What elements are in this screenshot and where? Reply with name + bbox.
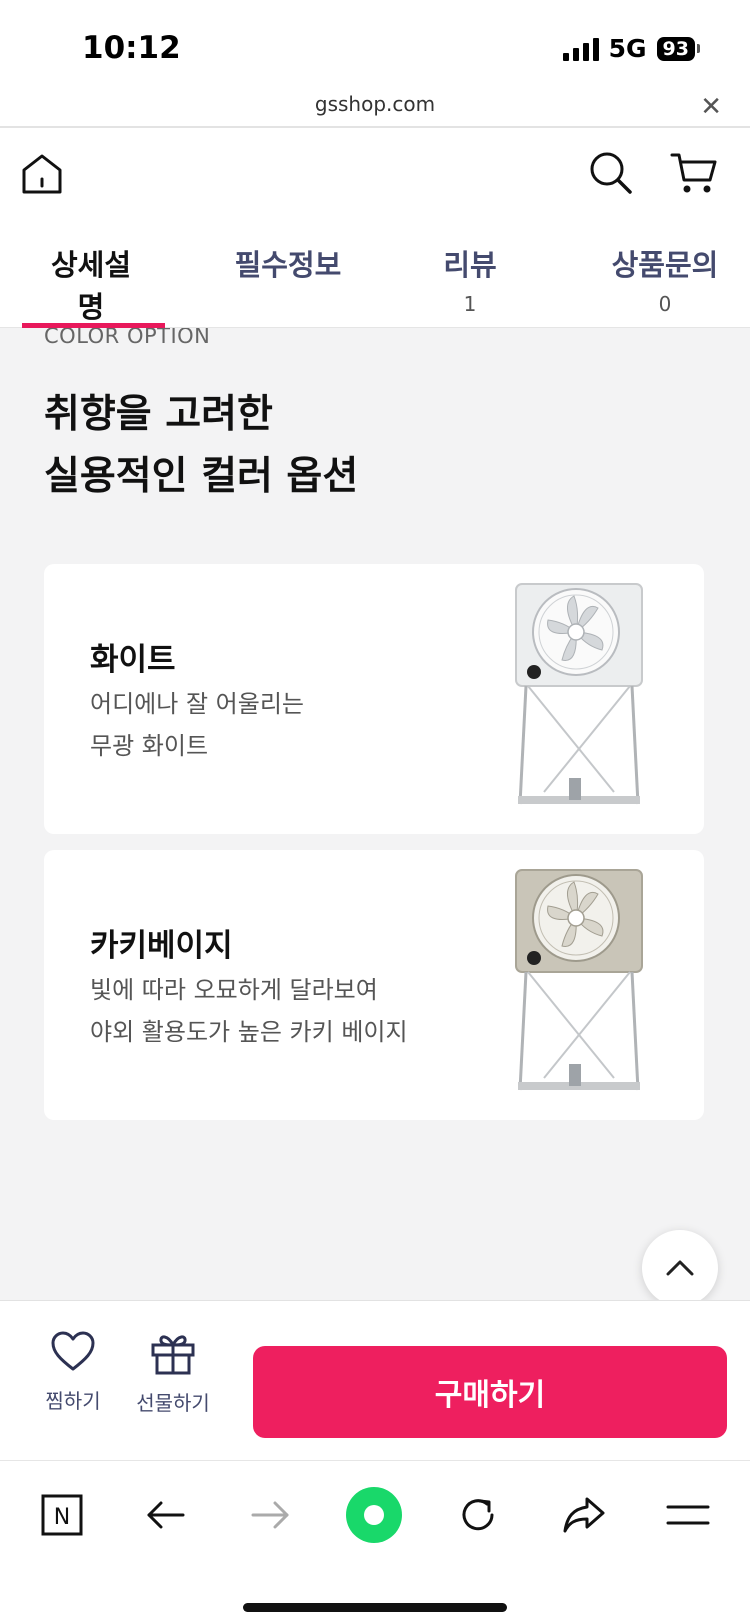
svg-text:N: N <box>54 1505 70 1530</box>
buy-button[interactable]: 구매하기 <box>253 1346 727 1438</box>
tab-qna[interactable]: 상품문의 0 <box>600 242 730 316</box>
tab-label: 상품문의 <box>611 248 719 282</box>
option-desc: 빛에 따라 오묘하게 달라보여 <box>90 976 378 1004</box>
browser-toolbar: N <box>0 1460 750 1623</box>
app-header <box>0 130 750 220</box>
home-indicator[interactable] <box>243 1603 507 1612</box>
option-desc: 야외 활용도가 높은 카키 베이지 <box>90 1018 408 1046</box>
url-text[interactable]: gsshop.com <box>0 92 750 116</box>
gift-button[interactable]: 선물하기 <box>128 1331 218 1416</box>
wish-button[interactable]: 찜하기 <box>28 1331 118 1414</box>
chevron-up-icon <box>666 1260 694 1276</box>
naver-home-icon[interactable]: N <box>34 1487 90 1543</box>
close-icon[interactable]: ✕ <box>700 92 722 122</box>
status-bar: 10:12 5G 93 <box>0 0 750 90</box>
headline-line: 실용적인 컬러 옵션 <box>44 454 359 499</box>
menu-icon[interactable] <box>660 1487 716 1543</box>
network-type: 5G <box>608 34 647 63</box>
signal-icon <box>562 37 599 61</box>
tab-label: 리뷰 <box>443 248 497 282</box>
search-icon[interactable] <box>588 150 634 196</box>
battery-nub <box>697 44 700 53</box>
tab-required-info[interactable]: 필수정보 <box>228 242 348 284</box>
home-icon[interactable] <box>20 152 64 196</box>
heart-icon <box>51 1331 95 1371</box>
fan-image-white <box>515 583 643 805</box>
tab-label: 필수정보 <box>234 248 342 282</box>
share-icon[interactable] <box>556 1487 612 1543</box>
option-title: 카키베이지 <box>90 928 233 964</box>
color-option-card-white: 화이트 어디에나 잘 어울리는 무광 화이트 <box>44 564 704 834</box>
wish-label: 찜하기 <box>45 1389 101 1413</box>
green-dot-icon[interactable] <box>346 1487 402 1543</box>
gift-icon <box>151 1335 195 1375</box>
headline-line: 취향을 고려한 <box>44 392 273 437</box>
tab-description[interactable]: 상세설명 <box>40 242 142 326</box>
option-desc: 무광 화이트 <box>90 732 209 760</box>
tab-count: 0 <box>658 292 672 316</box>
battery-icon: 93 <box>656 36 695 61</box>
tab-label: 상세설명 <box>50 248 132 324</box>
detail-tabs: 상세설명 필수정보 리뷰 1 상품문의 0 <box>0 220 750 328</box>
section-eyebrow: COLOR OPTION <box>44 328 211 348</box>
fan-image-khaki <box>515 869 643 1091</box>
color-option-card-khaki: 카키베이지 빛에 따라 오묘하게 달라보여 야외 활용도가 높은 카키 베이지 <box>44 850 704 1120</box>
status-indicators: 5G 93 <box>562 34 700 63</box>
tab-reviews[interactable]: 리뷰 1 <box>432 242 508 316</box>
status-time: 10:12 <box>82 30 181 66</box>
url-bar[interactable]: gsshop.com ✕ <box>0 90 750 128</box>
section-headline: 취향을 고려한 실용적인 컬러 옵션 <box>44 384 358 508</box>
cart-icon[interactable] <box>670 150 718 196</box>
forward-arrow-icon[interactable] <box>242 1487 298 1543</box>
scroll-to-top-button[interactable] <box>642 1230 718 1306</box>
option-desc: 어디에나 잘 어울리는 <box>90 690 304 718</box>
product-detail-content: COLOR OPTION 취향을 고려한 실용적인 컬러 옵션 화이트 어디에나… <box>0 328 750 1300</box>
purchase-bar: 찜하기 선물하기 구매하기 <box>0 1300 750 1460</box>
option-title: 화이트 <box>90 642 176 678</box>
gift-label: 선물하기 <box>136 1391 210 1415</box>
tab-count: 1 <box>463 292 477 316</box>
refresh-icon[interactable] <box>450 1487 506 1543</box>
back-arrow-icon[interactable] <box>138 1487 194 1543</box>
